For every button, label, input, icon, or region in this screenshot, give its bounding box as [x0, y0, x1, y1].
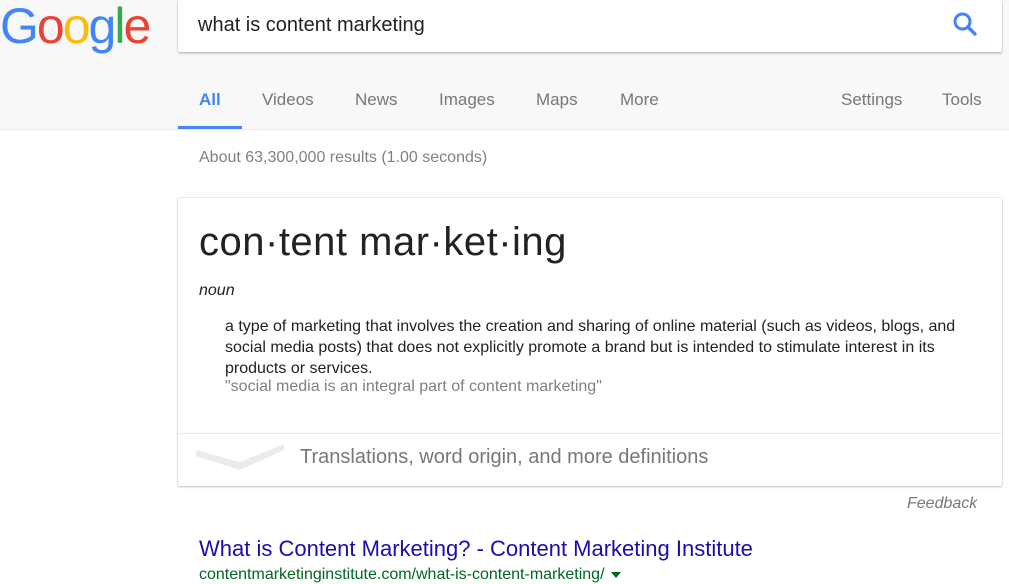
logo-letter: e — [123, 0, 151, 54]
logo-letter: o — [36, 0, 65, 54]
search-icon[interactable] — [952, 11, 978, 37]
search-box — [178, 0, 1002, 52]
logo-letter: o — [62, 0, 91, 54]
result-url: contentmarketinginstitute.com/what-is-co… — [199, 566, 621, 584]
result-url-text: contentmarketinginstitute.com/what-is-co… — [199, 566, 605, 583]
feedback-link[interactable]: Feedback — [907, 495, 977, 513]
dictionary-word: con·tent mar·ket·ing — [199, 220, 567, 264]
tab-all[interactable]: All — [178, 78, 242, 129]
url-dropdown-arrow-icon[interactable] — [610, 571, 621, 578]
header-bar: Google All Videos News Images Maps More … — [0, 0, 1009, 130]
more-definitions-button[interactable]: Translations, word origin, and more defi… — [178, 434, 1002, 486]
tab-more[interactable]: More — [620, 78, 659, 126]
results-count: About 63,300,000 results (1.00 seconds) — [199, 149, 488, 166]
tab-tools[interactable]: Tools — [942, 78, 982, 126]
tab-images[interactable]: Images — [439, 78, 495, 126]
definition-text: a type of marketing that involves the cr… — [225, 318, 956, 377]
chevron-down-icon — [196, 444, 284, 470]
logo-letter: G — [0, 0, 39, 54]
more-definitions-label: Translations, word origin, and more defi… — [300, 446, 709, 468]
tab-news[interactable]: News — [355, 78, 398, 126]
tab-maps[interactable]: Maps — [536, 78, 578, 126]
example-sentence: "social media is an integral part of con… — [225, 378, 602, 395]
logo-letter: l — [114, 0, 125, 54]
dictionary-card: con·tent mar·ket·ing noun a type of mark… — [178, 198, 1002, 486]
search-input[interactable] — [198, 12, 918, 38]
logo-letter: g — [88, 0, 117, 54]
tab-videos[interactable]: Videos — [262, 78, 314, 126]
result-title-link[interactable]: What is Content Marketing? - Content Mar… — [199, 536, 753, 562]
tab-settings[interactable]: Settings — [841, 78, 902, 126]
part-of-speech: noun — [199, 282, 235, 299]
google-logo[interactable]: Google — [0, 0, 151, 54]
